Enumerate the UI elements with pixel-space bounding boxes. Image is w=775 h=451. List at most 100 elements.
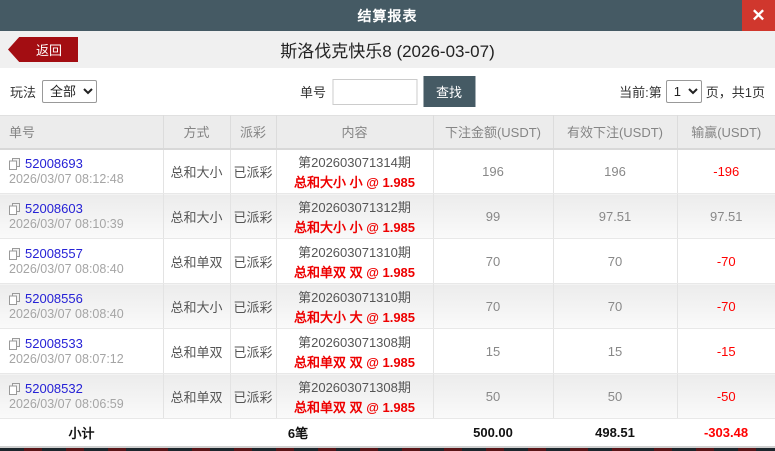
winloss-value: -15 (677, 328, 775, 374)
order-cell: 52008533 2026/03/07 08:07:12 (0, 328, 164, 374)
back-button[interactable]: 返回 (8, 37, 78, 62)
title-bar: 结算报表 ✕ (0, 0, 775, 31)
payout-status: 已派彩 (230, 148, 277, 194)
order-time: 2026/03/07 08:08:40 (9, 307, 124, 321)
period-text: 第202603071310期 (298, 244, 411, 260)
period-text: 第202603071308期 (298, 334, 411, 350)
order-search-label: 单号 (299, 85, 326, 100)
bet-amount-value: 70 (433, 283, 554, 329)
table-row: 52008533 2026/03/07 08:07:12 总和单双 已派彩 第2… (0, 328, 775, 374)
bet-amount-value: 70 (433, 238, 554, 284)
summary-valid-amount: 498.51 (553, 418, 677, 447)
content-cell: 第202603071308期 总和单双 双 @ 1.985 (276, 328, 434, 374)
copy-icon[interactable] (9, 202, 21, 215)
order-number-link[interactable]: 52008556 (25, 291, 83, 306)
period-text: 第202603071308期 (298, 379, 411, 395)
winloss-value: -70 (677, 238, 775, 284)
page-prefix-label: 当前:第 (619, 85, 662, 100)
method-cell: 总和大小 (163, 193, 231, 239)
col-payout: 派彩 (230, 115, 277, 150)
page-select[interactable]: 1 (665, 80, 702, 103)
content-cell: 第202603071312期 总和大小 小 @ 1.985 (276, 193, 434, 239)
order-time: 2026/03/07 08:08:40 (9, 262, 124, 276)
table-row: 52008557 2026/03/07 08:08:40 总和单双 已派彩 第2… (0, 238, 775, 284)
winloss-value: 97.51 (677, 193, 775, 239)
bet-text: 总和单双 双 @ 1.985 (293, 399, 416, 415)
copy-icon[interactable] (9, 157, 21, 170)
bet-amount-value: 15 (433, 328, 554, 374)
content-cell: 第202603071314期 总和大小 小 @ 1.985 (276, 148, 434, 194)
method-cell: 总和大小 (163, 283, 231, 329)
col-content: 内容 (276, 115, 434, 150)
copy-icon[interactable] (9, 292, 21, 305)
col-order: 单号 (0, 115, 164, 150)
col-method: 方式 (163, 115, 231, 150)
valid-amount-value: 97.51 (553, 193, 678, 239)
period-text: 第202603071314期 (298, 154, 411, 170)
summary-bet-amount: 500.00 (433, 418, 553, 447)
copy-icon[interactable] (9, 382, 21, 395)
bet-amount-value: 196 (433, 148, 554, 194)
subheader: 返回 斯洛伐克快乐8 (2026-03-07) (0, 31, 775, 68)
order-cell: 52008603 2026/03/07 08:10:39 (0, 193, 164, 239)
payout-status: 已派彩 (230, 193, 277, 239)
close-icon: ✕ (751, 5, 766, 25)
payout-status: 已派彩 (230, 373, 277, 419)
content-cell: 第202603071308期 总和单双 双 @ 1.985 (276, 373, 434, 419)
order-cell: 52008557 2026/03/07 08:08:40 (0, 238, 164, 284)
col-winloss: 输赢(USDT) (677, 115, 775, 150)
search-button[interactable]: 查找 (423, 76, 476, 107)
col-valid-amount: 有效下注(USDT) (553, 115, 678, 150)
order-time: 2026/03/07 08:12:48 (9, 172, 124, 187)
order-number-link[interactable]: 52008532 (25, 381, 83, 396)
summary-winloss: -303.48 (677, 418, 775, 447)
winloss-value: -50 (677, 373, 775, 419)
period-text: 第202603071312期 (298, 199, 411, 215)
summary-count: 6笔 (163, 418, 433, 447)
order-cell: 52008693 2026/03/07 08:12:48 (0, 148, 164, 194)
bet-text: 总和大小 小 @ 1.985 (293, 219, 416, 235)
valid-amount-value: 50 (553, 373, 678, 419)
payout-status: 已派彩 (230, 283, 277, 329)
bet-text: 总和大小 小 @ 1.985 (293, 174, 416, 190)
page-title: 斯洛伐克快乐8 (2026-03-07) (280, 42, 495, 61)
method-cell: 总和大小 (163, 148, 231, 194)
method-cell: 总和单双 (163, 238, 231, 284)
table-row: 52008532 2026/03/07 08:06:59 总和单双 已派彩 第2… (0, 373, 775, 419)
order-time: 2026/03/07 08:07:12 (9, 352, 124, 366)
bet-text: 总和单双 双 @ 1.985 (293, 354, 416, 370)
pagination-bar-clipped[interactable] (0, 447, 775, 451)
order-cell: 52008532 2026/03/07 08:06:59 (0, 373, 164, 419)
valid-amount-value: 15 (553, 328, 678, 374)
order-number-link[interactable]: 52008693 (25, 156, 83, 171)
col-bet-amount: 下注金额(USDT) (433, 115, 554, 150)
page-suffix-label: 页，共1页 (705, 85, 765, 100)
content-cell: 第202603071310期 总和单双 双 @ 1.985 (276, 238, 434, 284)
bet-text: 总和单双 双 @ 1.985 (293, 264, 416, 280)
close-button[interactable]: ✕ (742, 0, 775, 31)
table-row: 52008693 2026/03/07 08:12:48 总和大小 已派彩 第2… (0, 148, 775, 194)
winloss-value: -196 (677, 148, 775, 194)
order-number-link[interactable]: 52008533 (25, 336, 83, 351)
bet-amount-value: 99 (433, 193, 554, 239)
order-number-link[interactable]: 52008603 (25, 201, 83, 216)
order-cell: 52008556 2026/03/07 08:08:40 (0, 283, 164, 329)
order-time: 2026/03/07 08:10:39 (9, 217, 124, 231)
valid-amount-value: 70 (553, 238, 678, 284)
play-type-select[interactable]: 全部 (42, 80, 98, 103)
copy-icon[interactable] (9, 247, 21, 260)
order-time: 2026/03/07 08:06:59 (9, 397, 124, 411)
method-cell: 总和单双 (163, 328, 231, 374)
bet-text: 总和大小 大 @ 1.985 (293, 309, 416, 325)
summary-label: 小计 (0, 418, 163, 447)
play-type-label: 玩法 (10, 85, 37, 100)
method-cell: 总和单双 (163, 373, 231, 419)
order-search-input[interactable] (332, 78, 417, 105)
bet-amount-value: 50 (433, 373, 554, 419)
order-number-link[interactable]: 52008557 (25, 246, 83, 261)
period-text: 第202603071310期 (298, 289, 411, 305)
payout-status: 已派彩 (230, 328, 277, 374)
copy-icon[interactable] (9, 337, 21, 350)
winloss-value: -70 (677, 283, 775, 329)
summary-row: 小计 6笔 500.00 498.51 -303.48 (0, 418, 775, 447)
